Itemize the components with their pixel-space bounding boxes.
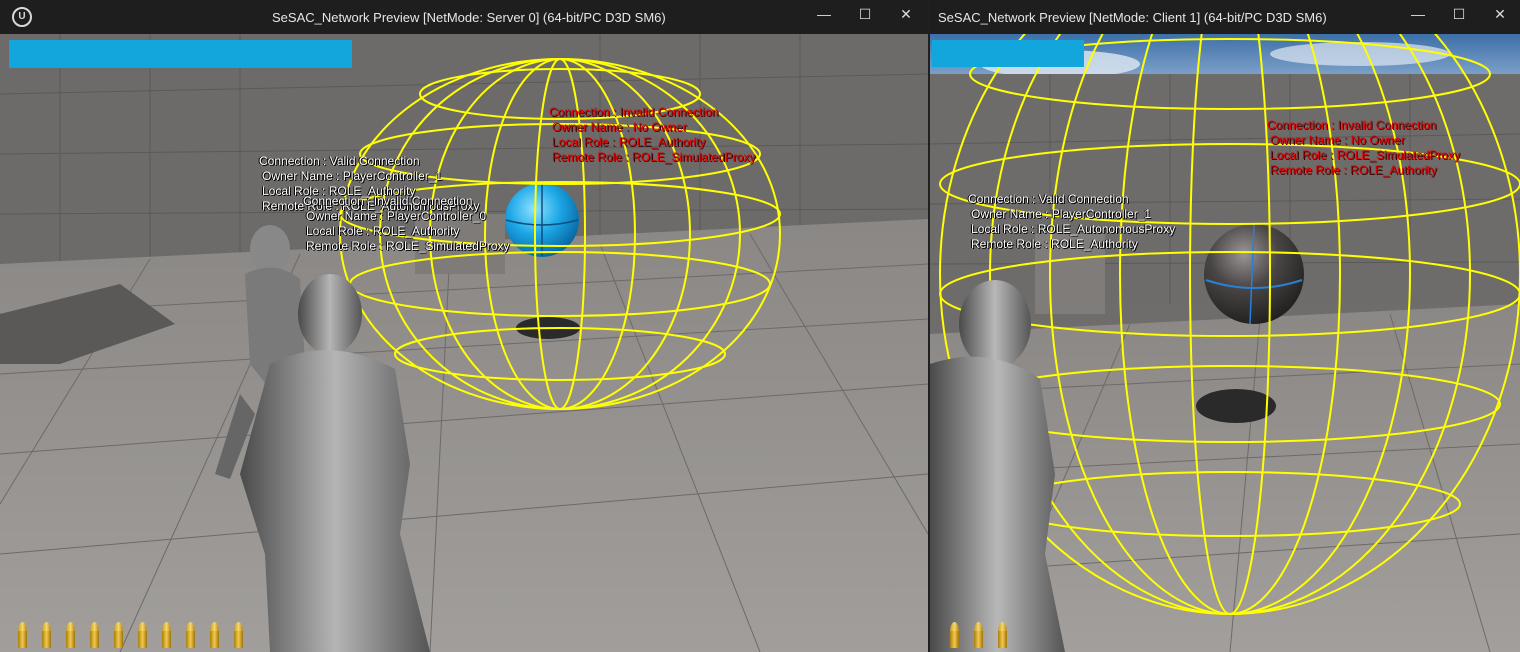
server-window-title: SeSAC_Network Preview [NetMode: Server 0… <box>272 10 666 25</box>
debug-connection: Connection : Valid Connection <box>968 192 1129 206</box>
debug-owner: Owner Name : PlayerController_1 <box>262 169 443 183</box>
debug-local-role: Local Role : ROLE_AutonomousProxy <box>971 222 1176 236</box>
debug-local-role: Local Role : ROLE_Authority <box>552 135 706 149</box>
bullet-icon <box>210 622 219 648</box>
client-debug-sphere: Connection : Invalid Connection Owner Na… <box>1267 118 1460 178</box>
bullet-icon <box>998 622 1007 648</box>
client-window-title: SeSAC_Network Preview [NetMode: Client 1… <box>938 10 1327 25</box>
debug-remote-role: Remote Role : ROLE_SimulatedProxy <box>552 150 756 164</box>
debug-local-role: Local Role : ROLE_SimulatedProxy <box>1270 148 1461 162</box>
client-debug-player: Connection : Valid Connection Owner Name… <box>968 192 1175 252</box>
server-window[interactable]: U SeSAC_Network Preview [NetMode: Server… <box>0 0 928 652</box>
bullet-icon <box>234 622 243 648</box>
client-window[interactable]: SeSAC_Network Preview [NetMode: Client 1… <box>930 0 1520 652</box>
debug-owner: Owner Name : PlayerController_0 <box>306 209 487 223</box>
debug-connection: Connection : Invalid Connection <box>303 194 473 208</box>
bullet-icon <box>162 622 171 648</box>
minimize-button[interactable]: — <box>1404 4 1432 26</box>
debug-owner: Owner Name : No Owner <box>552 120 687 134</box>
bullet-icon <box>950 622 959 648</box>
bullet-icon <box>90 622 99 648</box>
client-health-bar <box>932 40 1084 67</box>
bullet-icon <box>186 622 195 648</box>
debug-remote-role: Remote Role : ROLE_Authority <box>971 237 1138 251</box>
bullet-icon <box>18 622 27 648</box>
bullet-icon <box>66 622 75 648</box>
server-viewport[interactable]: Connection : Valid Connection Owner Name… <box>0 34 928 652</box>
debug-connection: Connection : Invalid Connection <box>1267 118 1437 132</box>
floor <box>0 219 928 652</box>
debug-connection: Connection : Valid Connection <box>259 154 420 168</box>
debug-remote-role: Remote Role : ROLE_SimulatedProxy <box>306 239 510 253</box>
server-scene <box>0 34 928 652</box>
debug-owner: Owner Name : PlayerController_1 <box>971 207 1152 221</box>
close-button[interactable]: ✕ <box>892 4 920 26</box>
client-viewport[interactable]: Connection : Valid Connection Owner Name… <box>930 34 1520 652</box>
maximize-button[interactable]: ☐ <box>1445 4 1473 26</box>
maximize-button[interactable]: ☐ <box>851 4 879 26</box>
sphere-shadow <box>1196 389 1276 423</box>
close-button[interactable]: ✕ <box>1486 4 1514 26</box>
bullet-icon <box>42 622 51 648</box>
unreal-logo-icon: U <box>12 7 32 27</box>
minimize-button[interactable]: — <box>810 4 838 26</box>
debug-owner: Owner Name : No Owner <box>1270 133 1405 147</box>
debug-local-role: Local Role : ROLE_Authority <box>306 224 460 238</box>
server-debug-sphere: Connection : Invalid Connection Owner Na… <box>549 105 755 165</box>
server-ammo-counter <box>18 622 243 648</box>
server-health-bar <box>9 40 352 68</box>
debug-remote-role: Remote Role : ROLE_Authority <box>1270 163 1437 177</box>
bullet-icon <box>974 622 983 648</box>
server-titlebar[interactable]: U SeSAC_Network Preview [NetMode: Server… <box>0 0 928 34</box>
client-ammo-counter <box>950 622 1007 648</box>
client-titlebar[interactable]: SeSAC_Network Preview [NetMode: Client 1… <box>930 0 1520 34</box>
debug-connection: Connection : Invalid Connection <box>549 105 719 119</box>
bullet-icon <box>114 622 123 648</box>
bullet-icon <box>138 622 147 648</box>
server-debug-player-b: Connection : Invalid Connection Owner Na… <box>303 194 509 254</box>
